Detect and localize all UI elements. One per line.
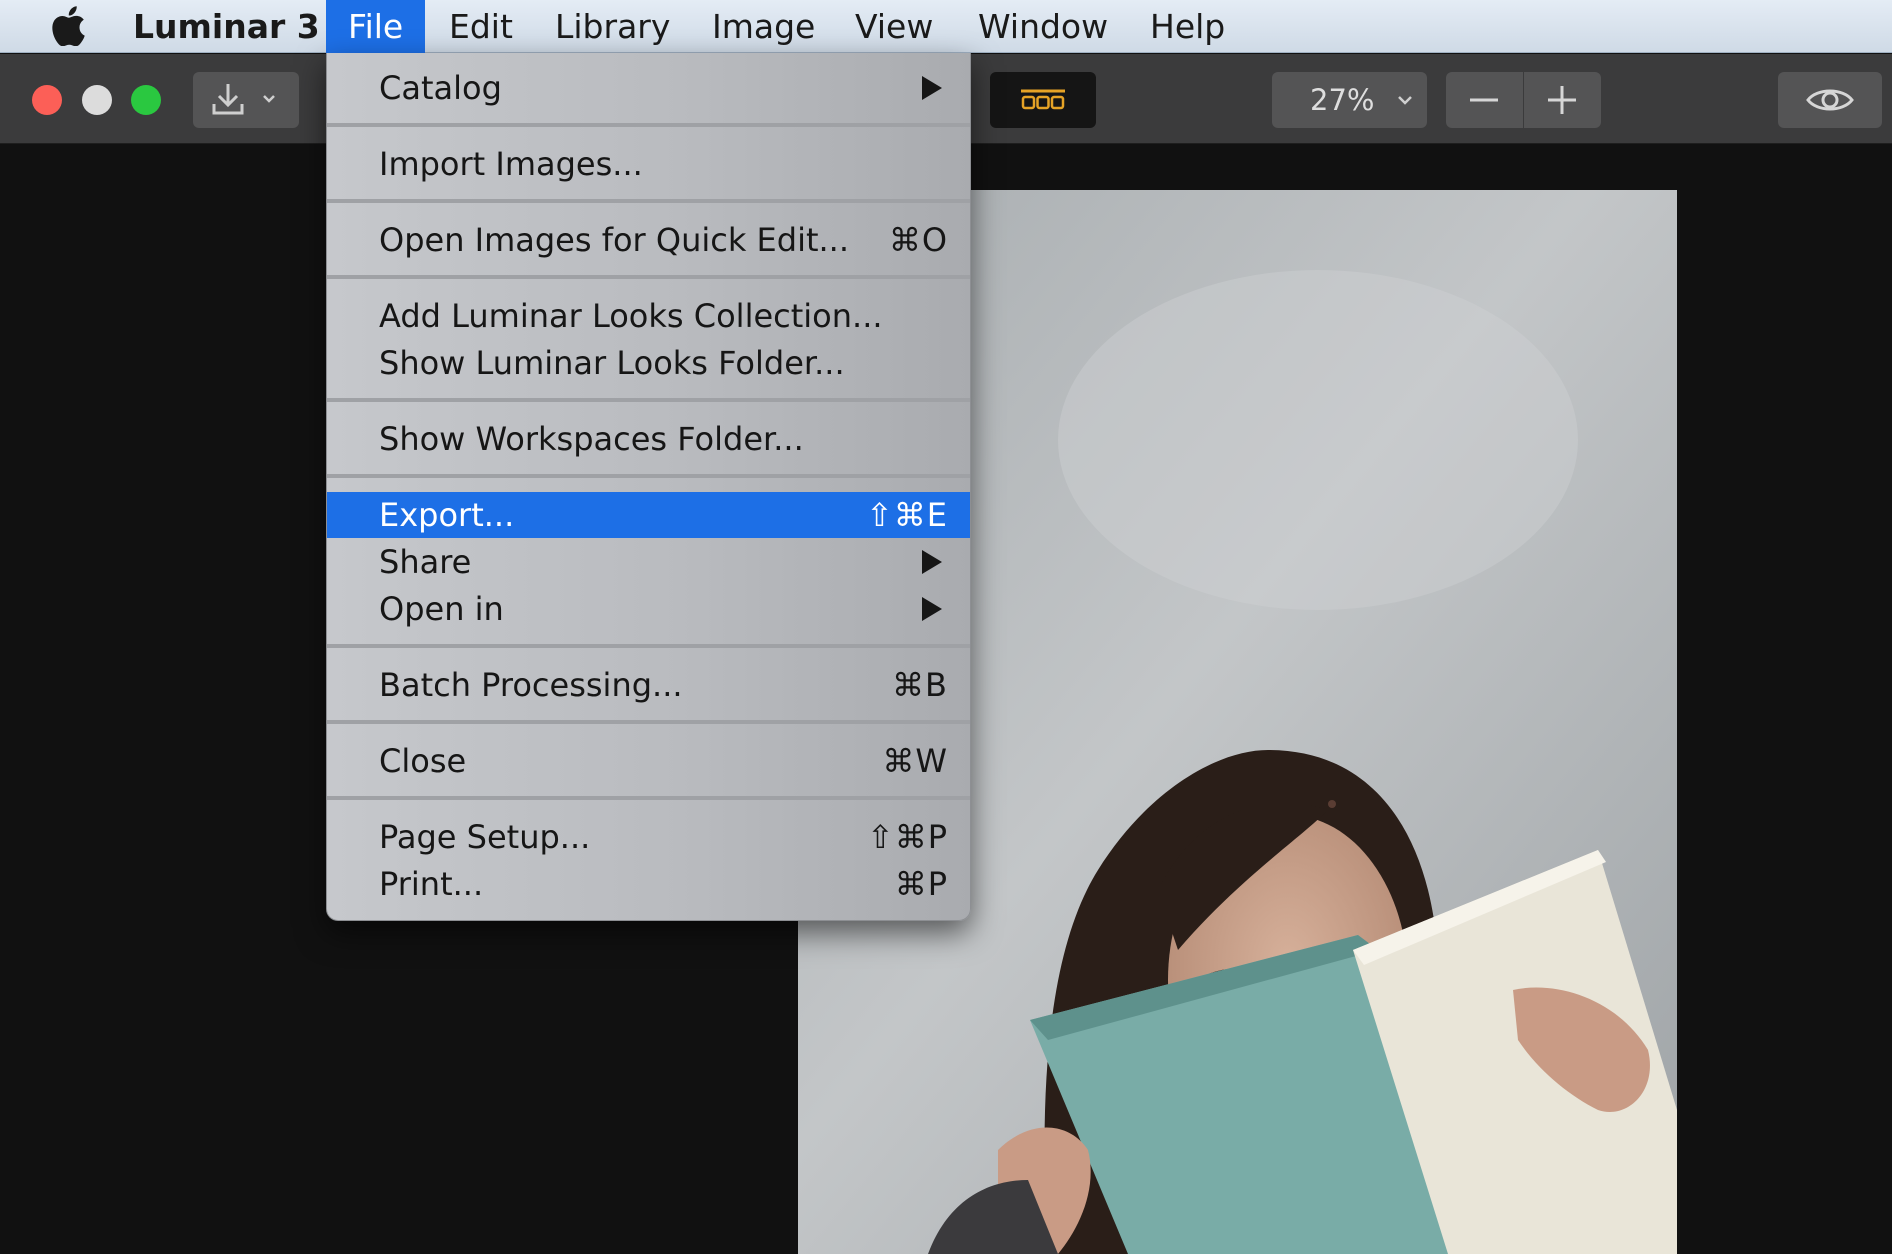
menu-item-page-setup[interactable]: Page Setup... ⇧⌘P — [327, 814, 970, 860]
menu-separator — [327, 796, 970, 800]
menu-separator — [327, 474, 970, 478]
zoom-controls — [1446, 72, 1601, 128]
menu-image[interactable]: Image — [712, 0, 815, 53]
download-icon — [212, 84, 275, 115]
menu-item-label: Batch Processing... — [379, 666, 683, 704]
menu-item-label: Page Setup... — [379, 818, 591, 856]
zoom-select[interactable]: 27% — [1272, 72, 1427, 128]
menu-separator — [327, 398, 970, 402]
file-menu-dropdown: Catalog Import Images... Open Images for… — [326, 53, 971, 921]
minimize-window-button[interactable] — [82, 85, 112, 115]
import-button[interactable] — [193, 72, 299, 128]
menu-file[interactable]: File — [326, 0, 426, 53]
menu-item-export[interactable]: Export... ⇧⌘E — [327, 492, 970, 538]
menu-item-label: Close — [379, 742, 467, 780]
menu-item-label: Import Images... — [379, 145, 643, 183]
menu-separator — [327, 123, 970, 127]
menu-item-label: Export... — [379, 496, 515, 534]
menu-item-label: Share — [379, 543, 472, 581]
menu-item-label: Open in — [379, 590, 504, 628]
submenu-arrow-icon — [922, 597, 942, 621]
menu-item-add-looks-collection[interactable]: Add Luminar Looks Collection... — [327, 293, 970, 339]
menu-item-label: Add Luminar Looks Collection... — [379, 297, 883, 335]
zoom-divider — [1523, 72, 1524, 128]
menu-item-open-quick-edit[interactable]: Open Images for Quick Edit... ⌘O — [327, 217, 970, 263]
filmstrip-icon — [1021, 89, 1065, 110]
menu-item-close[interactable]: Close ⌘W — [327, 738, 970, 784]
menu-separator — [327, 275, 970, 279]
apple-icon[interactable] — [50, 6, 86, 46]
menu-item-shortcut: ⇧⌘E — [865, 496, 948, 534]
submenu-arrow-icon — [922, 76, 942, 100]
menu-item-import-images[interactable]: Import Images... — [327, 141, 970, 187]
menu-view[interactable]: View — [855, 0, 933, 53]
menu-item-shortcut: ⌘B — [892, 666, 948, 704]
menu-item-shortcut: ⌘O — [888, 221, 948, 259]
menu-item-label: Show Workspaces Folder... — [379, 420, 804, 458]
zoom-in-icon[interactable] — [1544, 84, 1580, 116]
zoom-out-icon[interactable] — [1466, 86, 1502, 114]
menu-separator — [327, 720, 970, 724]
menu-item-share[interactable]: Share — [327, 539, 970, 585]
menu-item-show-workspaces-folder[interactable]: Show Workspaces Folder... — [327, 416, 970, 462]
menu-separator — [327, 199, 970, 203]
menu-library[interactable]: Library — [555, 0, 670, 53]
close-window-button[interactable] — [32, 85, 62, 115]
menu-item-print[interactable]: Print... ⌘P — [327, 861, 970, 907]
menu-item-show-looks-folder[interactable]: Show Luminar Looks Folder... — [327, 340, 970, 386]
menu-bar: Luminar 3 File Edit Library Image View W… — [0, 0, 1892, 53]
menu-item-shortcut: ⌘P — [894, 865, 948, 903]
submenu-arrow-icon — [922, 550, 942, 574]
menu-item-batch-processing[interactable]: Batch Processing... ⌘B — [327, 662, 970, 708]
menu-item-label: Catalog — [379, 69, 502, 107]
menu-separator — [327, 644, 970, 648]
chevron-down-icon — [1398, 96, 1412, 105]
menu-item-shortcut: ⌘W — [882, 742, 948, 780]
chevron-down-icon — [263, 95, 275, 103]
menu-item-open-in[interactable]: Open in — [327, 586, 970, 632]
menu-window[interactable]: Window — [978, 0, 1108, 53]
maximize-window-button[interactable] — [131, 85, 161, 115]
menu-help[interactable]: Help — [1150, 0, 1225, 53]
menu-edit[interactable]: Edit — [449, 0, 513, 53]
menu-item-label: Open Images for Quick Edit... — [379, 221, 850, 259]
eye-icon — [1806, 89, 1854, 111]
preview-button[interactable] — [1778, 72, 1882, 128]
menu-item-label: Print... — [379, 865, 484, 903]
filmstrip-toggle-button[interactable] — [990, 72, 1096, 128]
menu-item-catalog[interactable]: Catalog — [327, 65, 970, 111]
menu-item-label: Show Luminar Looks Folder... — [379, 344, 845, 382]
app-menu[interactable]: Luminar 3 — [133, 0, 320, 53]
menu-item-shortcut: ⇧⌘P — [866, 818, 948, 856]
zoom-value: 27% — [1310, 83, 1375, 117]
